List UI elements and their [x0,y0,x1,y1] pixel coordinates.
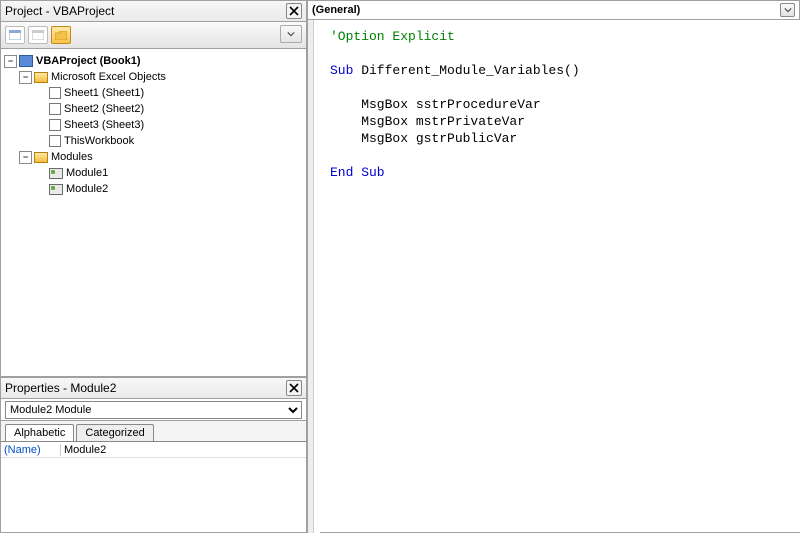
tree-expander[interactable]: − [4,55,17,68]
code-margin [308,20,314,533]
object-combo-arrow[interactable] [780,3,795,17]
property-row[interactable]: (Name) Module2 [1,442,306,458]
tree-row-module[interactable]: Module1 [4,165,303,181]
folder-icon [34,72,48,83]
project-panel-header: Project - VBAProject [0,0,307,22]
tree-expander[interactable]: − [19,151,32,164]
tab-alphabetic[interactable]: Alphabetic [5,424,74,441]
tree-label: Microsoft Excel Objects [51,69,166,85]
close-icon [289,6,299,16]
tree-label: Module2 [66,181,108,197]
code-text: MsgBox mstrPrivateVar [330,114,525,129]
chevron-down-icon [784,6,792,14]
properties-panel-close-button[interactable] [286,380,302,396]
workbook-icon [49,135,61,147]
code-text: MsgBox gstrPublicVar [330,131,517,146]
properties-panel-title: Properties - Module2 [5,381,116,395]
object-combo[interactable]: (General) [308,1,799,19]
tree-label: Modules [51,149,93,165]
tree-label: VBAProject (Book1) [36,53,141,69]
tree-label: ThisWorkbook [64,133,134,149]
code-keyword: Sub [330,63,353,78]
module-icon [49,184,63,195]
code-keyword: End Sub [330,165,385,180]
tree-row-sheet[interactable]: Sheet1 (Sheet1) [4,85,303,101]
property-name: (Name) [1,444,61,456]
toolbar-toggle-folders-button[interactable] [51,26,71,44]
project-toolbar [0,22,307,49]
tree-label: Sheet3 (Sheet3) [64,117,144,133]
left-column: Project - VBAProject − VBAProject (Book1… [0,0,308,533]
folder-icon [34,152,48,163]
project-panel-close-button[interactable] [286,3,302,19]
properties-panel-header: Properties - Module2 [0,377,307,399]
tree-label: Module1 [66,165,108,181]
properties-tabs: Alphabetic Categorized [0,421,307,441]
code-text: Different_Module_Variables() [353,63,579,78]
properties-object-selector[interactable]: Module2 Module [5,401,302,419]
tree-row-project[interactable]: − VBAProject (Book1) [4,53,303,69]
code-line-comment: 'Option Explicit [330,29,455,44]
toolbar-view-object-button[interactable] [28,26,48,44]
close-icon [289,383,299,393]
tree-row-sheet[interactable]: Sheet3 (Sheet3) [4,117,303,133]
code-text: MsgBox sstrProcedureVar [330,97,541,112]
tab-categorized[interactable]: Categorized [76,424,153,441]
worksheet-icon [49,87,61,99]
project-tree[interactable]: − VBAProject (Book1) − Microsoft Excel O… [0,49,307,377]
folder-icon [55,31,67,40]
tree-row-excel-objects[interactable]: − Microsoft Excel Objects [4,69,303,85]
code-pane: (General) 'Option Explicit Sub Different… [308,0,800,533]
tree-label: Sheet2 (Sheet2) [64,101,144,117]
properties-object-selector-row: Module2 Module [0,399,307,421]
tree-row-sheet[interactable]: Sheet2 (Sheet2) [4,101,303,117]
toolbar-view-code-button[interactable] [5,26,25,44]
tree-row-module[interactable]: Module2 [4,181,303,197]
toolbar-overflow-button[interactable] [280,25,302,43]
view-object-icon [32,30,44,40]
chevron-down-icon [287,30,295,38]
project-icon [19,55,33,67]
property-value[interactable]: Module2 [61,444,306,456]
properties-grid[interactable]: (Name) Module2 [0,441,307,533]
tree-label: Sheet1 (Sheet1) [64,85,144,101]
module-icon [49,168,63,179]
worksheet-icon [49,119,61,131]
code-editor[interactable]: 'Option Explicit Sub Different_Module_Va… [320,20,800,533]
project-panel-title: Project - VBAProject [5,4,114,18]
tree-row-workbook[interactable]: ThisWorkbook [4,133,303,149]
code-row-container: 'Option Explicit Sub Different_Module_Va… [308,20,800,533]
code-header: (General) [308,0,800,20]
properties-panel: Properties - Module2 Module2 Module Alph… [0,377,307,533]
object-combo-value: (General) [312,4,360,16]
tree-expander[interactable]: − [19,71,32,84]
view-code-icon [9,30,21,40]
tree-row-modules[interactable]: − Modules [4,149,303,165]
worksheet-icon [49,103,61,115]
